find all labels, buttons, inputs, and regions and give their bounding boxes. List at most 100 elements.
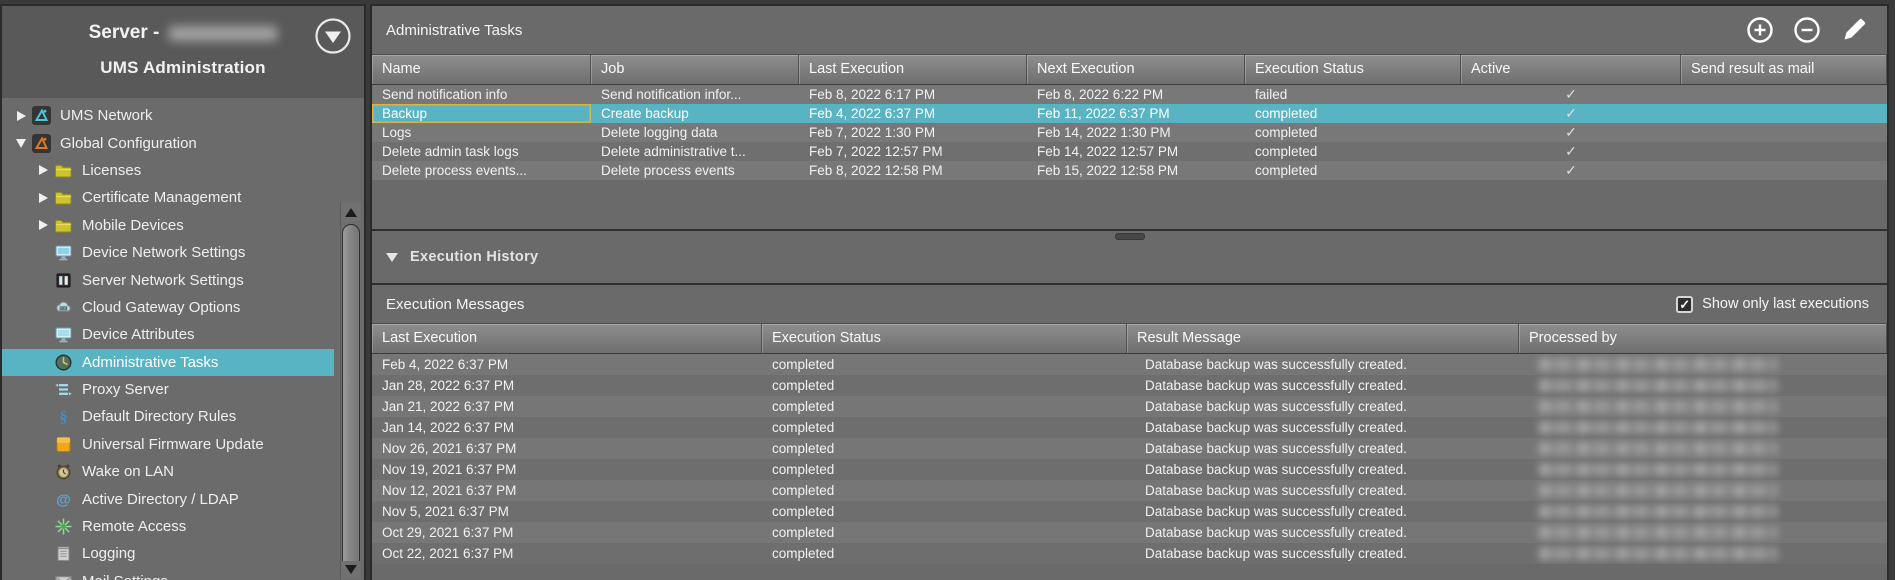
sidebar-item-label: Logging: [82, 545, 135, 562]
show-only-checkbox[interactable]: ✓: [1676, 296, 1693, 313]
sidebar-item-cloud-gateway-options[interactable]: ICG Cloud Gateway Options: [2, 294, 334, 321]
column-header-last-execution[interactable]: Last Execution: [372, 324, 762, 353]
add-task-button[interactable]: [1745, 15, 1775, 45]
execution-messages-panel: Execution Messages ✓ Show only last exec…: [372, 283, 1887, 580]
cell-send-result-as-mail: [1681, 104, 1887, 123]
sidebar-item-certificate-management[interactable]: Certificate Management: [2, 184, 334, 211]
cell-last-execution: Feb 7, 2022 1:30 PM: [799, 123, 1027, 142]
plus-circle-icon: [1745, 15, 1775, 45]
execution-history-label: Execution History: [410, 249, 538, 265]
sidebar-item-server-network-settings[interactable]: Server Network Settings: [2, 266, 334, 293]
splitter-grip[interactable]: [1115, 233, 1145, 240]
triangle-right-icon: [39, 193, 48, 203]
cell-send-result-as-mail: [1681, 161, 1887, 180]
cell-job: Send notification infor...: [591, 85, 799, 104]
sidebar-item-label: Mobile Devices: [82, 217, 184, 234]
cell-result-message: Database backup was successfully created…: [1127, 417, 1519, 438]
sidebar-item-default-directory-rules[interactable]: §Default Directory Rules: [2, 403, 334, 430]
task-row-3[interactable]: LogsDelete logging dataFeb 7, 2022 1:30 …: [372, 123, 1887, 142]
sidebar-item-mobile-devices[interactable]: Mobile Devices: [2, 212, 334, 239]
sidebar-item-label: Certificate Management: [82, 189, 241, 206]
column-header-active[interactable]: Active: [1461, 55, 1681, 84]
sidebar-item-logging[interactable]: Logging: [2, 540, 334, 567]
sidebar-item-mail-settings[interactable]: Mail Settings: [2, 568, 334, 580]
checkmark-icon: ✓: [1565, 105, 1577, 121]
remove-task-button[interactable]: [1792, 15, 1822, 45]
svg-text:ICG: ICG: [60, 306, 66, 310]
message-row-7[interactable]: Nov 12, 2021 6:37 PMcompletedDatabase ba…: [372, 480, 1887, 501]
sidebar-item-licenses[interactable]: Licenses: [2, 157, 334, 184]
message-row-4[interactable]: Jan 14, 2022 6:37 PMcompletedDatabase ba…: [372, 417, 1887, 438]
cell-last-execution: Nov 5, 2021 6:37 PM: [372, 501, 762, 522]
sidebar-item-label: Administrative Tasks: [82, 354, 218, 371]
sidebar-item-label: Cloud Gateway Options: [82, 299, 240, 316]
expander-icon[interactable]: [10, 139, 32, 148]
message-row-1[interactable]: Feb 4, 2022 6:37 PMcompletedDatabase bac…: [372, 354, 1887, 375]
edit-task-button[interactable]: [1839, 15, 1869, 45]
message-row-3[interactable]: Jan 21, 2022 6:37 PMcompletedDatabase ba…: [372, 396, 1887, 417]
cell-next-execution: Feb 14, 2022 1:30 PM: [1027, 123, 1245, 142]
column-header-last-execution[interactable]: Last Execution: [799, 55, 1027, 84]
execution-history-bar[interactable]: Execution History: [372, 231, 1887, 283]
sidebar-item-universal-firmware-update[interactable]: Universal Firmware Update: [2, 431, 334, 458]
task-row-2[interactable]: BackupCreate backupFeb 4, 2022 6:37 PMFe…: [372, 104, 1887, 123]
message-row-6[interactable]: Nov 19, 2021 6:37 PMcompletedDatabase ba…: [372, 459, 1887, 480]
column-header-execution-status[interactable]: Execution Status: [1245, 55, 1461, 84]
column-header-execution-status[interactable]: Execution Status: [762, 324, 1127, 353]
column-header-next-execution[interactable]: Next Execution: [1027, 55, 1245, 84]
sidebar-item-administrative-tasks[interactable]: Administrative Tasks: [2, 349, 334, 376]
expander-icon[interactable]: [32, 220, 54, 230]
ums-administration-window: Server - UMS Administration UMS NetworkG…: [0, 0, 1895, 580]
arrow-up-icon: [345, 208, 357, 217]
show-only-last-executions-control[interactable]: ✓ Show only last executions: [1676, 296, 1869, 313]
cell-processed-by: [1519, 354, 1887, 375]
sidebar-scrollbar[interactable]: [340, 202, 361, 580]
show-only-label: Show only last executions: [1702, 296, 1869, 312]
scrollbar-thumb[interactable]: [342, 224, 360, 576]
message-row-9[interactable]: Oct 29, 2021 6:37 PMcompletedDatabase ba…: [372, 522, 1887, 543]
sidebar-item-global-configuration[interactable]: Global Configuration: [2, 129, 334, 156]
sidebar-item-label: Active Directory / LDAP: [82, 491, 239, 508]
column-header-result-message[interactable]: Result Message: [1127, 324, 1519, 353]
task-row-5[interactable]: Delete process events...Delete process e…: [372, 161, 1887, 180]
sidebar-item-active-directory-ldap[interactable]: @Active Directory / LDAP: [2, 485, 334, 512]
cell-execution-status: failed: [1245, 85, 1461, 104]
message-row-8[interactable]: Nov 5, 2021 6:37 PMcompletedDatabase bac…: [372, 501, 1887, 522]
cell-last-execution: Jan 28, 2022 6:37 PM: [372, 375, 762, 396]
cell-last-execution: Feb 4, 2022 6:37 PM: [799, 104, 1027, 123]
column-header-name[interactable]: Name: [372, 55, 591, 84]
sidebar-item-device-attributes[interactable]: Device Attributes: [2, 321, 334, 348]
cell-execution-status: completed: [1245, 142, 1461, 161]
column-header-job[interactable]: Job: [591, 55, 799, 84]
message-row-2[interactable]: Jan 28, 2022 6:37 PMcompletedDatabase ba…: [372, 375, 1887, 396]
server-dropdown-button[interactable]: [314, 17, 352, 55]
cell-send-result-as-mail: [1681, 142, 1887, 161]
sidebar-item-remote-access[interactable]: Remote Access: [2, 513, 334, 540]
message-row-10[interactable]: Oct 22, 2021 6:37 PMcompletedDatabase ba…: [372, 543, 1887, 564]
expander-icon[interactable]: [32, 193, 54, 203]
collapse-triangle-icon[interactable]: [386, 253, 398, 262]
sidebar-item-label: Licenses: [82, 162, 141, 179]
cell-last-execution: Nov 12, 2021 6:37 PM: [372, 480, 762, 501]
task-row-4[interactable]: Delete admin task logsDelete administrat…: [372, 142, 1887, 161]
tasks-table-header: NameJobLast ExecutionNext ExecutionExecu…: [372, 54, 1887, 85]
alarm-clock-icon: [54, 462, 73, 481]
expander-icon[interactable]: [10, 111, 32, 121]
expander-icon[interactable]: [32, 165, 54, 175]
sidebar-item-device-network-settings[interactable]: Device Network Settings: [2, 239, 334, 266]
cell-active: ✓: [1461, 142, 1681, 161]
cell-last-execution: Feb 8, 2022 6:17 PM: [799, 85, 1027, 104]
sidebar-item-wake-on-lan[interactable]: Wake on LAN: [2, 458, 334, 485]
message-row-5[interactable]: Nov 26, 2021 6:37 PMcompletedDatabase ba…: [372, 438, 1887, 459]
sidebar-item-label: Default Directory Rules: [82, 408, 236, 425]
sidebar-item-proxy-server[interactable]: Proxy Server: [2, 376, 334, 403]
cell-name: Delete process events...: [372, 161, 591, 180]
column-header-processed-by[interactable]: Processed by: [1519, 324, 1887, 353]
sidebar-item-ums-network[interactable]: UMS Network: [2, 102, 334, 129]
task-row-1[interactable]: Send notification infoSend notification …: [372, 85, 1887, 104]
processed-by-blurred: [1539, 421, 1777, 434]
column-header-send-result-as-mail[interactable]: Send result as mail: [1681, 55, 1887, 84]
scrollbar-down-button[interactable]: [341, 561, 361, 578]
cell-processed-by: [1519, 459, 1887, 480]
scrollbar-up-button[interactable]: [341, 204, 361, 221]
